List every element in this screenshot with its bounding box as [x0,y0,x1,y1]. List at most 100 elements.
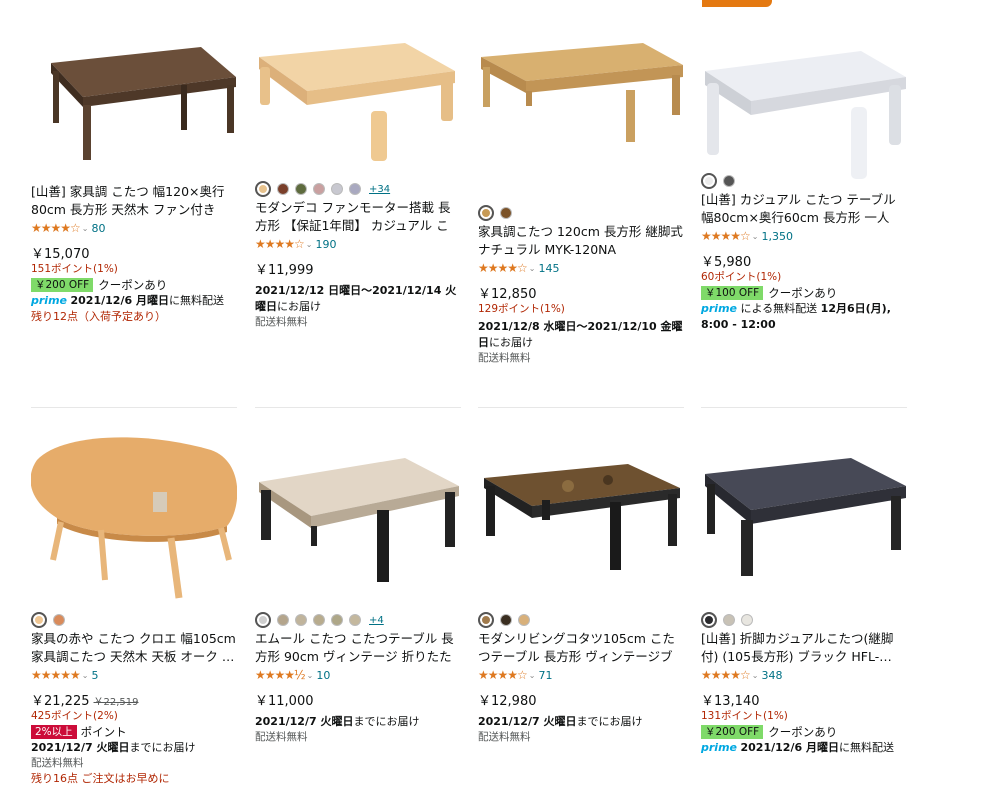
coupon-text: クーポンあり [98,277,168,292]
star-rating-icon: ★★★★☆ [701,668,751,682]
divider [478,407,684,408]
swatch-green[interactable] [295,183,307,195]
stock-status: 残り16点 ご注文はお早めに [31,772,170,785]
delivery: 2021/12/7 火曜日までにお届け [31,740,237,756]
divider [701,407,907,408]
price: ￥21,225 ￥22,519 [31,690,237,709]
swatch-natural[interactable] [255,181,271,197]
product-image[interactable] [701,430,907,618]
star-rating-icon: ★★★★☆ [255,237,305,251]
product-title[interactable]: エムール こたつ こたつテーブル 長方形 90cm ヴィンテージ 折りたたみ … [255,630,461,666]
product-card-3[interactable]: 家具調こたつ 120cm 長方形 継脚式 ナチュラル MYK-120NA ★★★… [478,25,684,366]
rating[interactable]: ★★★★☆ ⌄ 1,350 [701,227,907,245]
divider [255,407,461,408]
rating-count[interactable]: 348 [762,669,783,682]
prime-icon: prime [701,741,737,754]
product-image[interactable] [31,430,237,618]
prime-icon: prime [701,302,737,315]
product-card-1[interactable]: [山善] 家具調 こたつ 幅120×奥行80cm 長方形 天然木 ファン付きヒ…… [31,25,237,325]
chevron-down-icon: ⌄ [81,223,89,233]
delivery: prime による無料配送 12月6日(月), 8:00 - 12:00 [701,301,907,333]
rating-count[interactable]: 190 [316,238,337,251]
swatch-lavender[interactable] [349,183,361,195]
price: ￥12,850 [478,287,537,302]
red-badge: 2%以上 [31,724,77,739]
product-image[interactable] [701,25,907,179]
product-title[interactable]: [山善] カジュアル こたつ テーブル 幅80cm×奥行60cm 長方形 一人暮… [701,191,907,227]
rating[interactable]: ★★★★☆ ⌄ 145 [478,259,684,277]
more-colors-link[interactable]: +34 [369,184,390,195]
delivery: prime 2021/12/6 月曜日に無料配送 [701,740,907,756]
product-card-2[interactable]: +34 モダンデコ ファンモーター搭載 長方形 【保証1年間】 カジュアル こた… [255,25,461,330]
rating-count[interactable]: 1,350 [762,230,794,243]
delivery-suffix: にお届け [277,300,321,313]
shipping: 配送料無料 [478,352,531,364]
swatch-brown[interactable] [277,183,289,195]
delivery: 2021/12/7 火曜日までにお届け [478,714,684,730]
swatch-brown[interactable] [500,207,512,219]
coupon-badge[interactable]: ￥200 OFF [701,724,764,739]
product-title[interactable]: [山善] 家具調 こたつ 幅120×奥行80cm 長方形 天然木 ファン付きヒ… [31,183,237,219]
price: ￥11,999 [255,263,314,278]
swatch-gray[interactable] [331,183,343,195]
product-image[interactable] [478,430,684,618]
color-swatches[interactable]: +34 [255,181,461,197]
rating[interactable]: ★★★★☆ ⌄ 190 [255,235,461,253]
rating-count[interactable]: 71 [539,669,553,682]
product-card-8[interactable]: [山善] 折脚カジュアルこたつ(継脚付) (105長方形) ブラック HFL-…… [701,430,907,756]
shipping: 配送料無料 [31,757,84,769]
rating-count[interactable]: 80 [92,222,106,235]
rating-count[interactable]: 10 [316,669,330,682]
product-image[interactable] [255,430,461,618]
product-title[interactable]: [山善] 折脚カジュアルこたつ(継脚付) (105長方形) ブラック HFL-… [701,630,907,666]
delivery-suffix: までにお届け [576,715,643,728]
price: ￥12,980 [478,694,537,709]
rating-count[interactable]: 145 [539,262,560,275]
rating[interactable]: ★★★★☆ ⌄ 80 [31,219,237,237]
swatch-pink[interactable] [313,183,325,195]
rating[interactable]: ★★★★☆ ⌄ 348 [701,666,907,684]
product-title[interactable]: モダンリビングコタツ105cm こたつテーブル 長方形 ヴィンテージブラ… [478,630,684,666]
swatch-natural[interactable] [478,205,494,221]
product-image[interactable] [478,25,684,175]
points: 425ポイント(2%) [31,710,118,722]
chevron-down-icon: ⌄ [306,670,314,680]
price: ￥15,070 [31,247,90,262]
color-swatches[interactable] [478,205,684,221]
coupon-badge[interactable]: ￥200 OFF [31,277,94,292]
points: 131ポイント(1%) [701,710,788,722]
rating[interactable]: ★★★★½ ⌄ 10 [255,666,461,684]
coupon[interactable]: ￥200 OFF クーポンあり [701,723,907,740]
product-title[interactable]: 家具の赤や こたつ クロエ 幅105cm 家具調こたつ 天然木 天板 オーク … [31,630,237,666]
red-badge-text: ポイント [80,724,127,739]
price: ￥11,000 [255,694,314,709]
delivery-suffix: までにお届け [353,715,420,728]
coupon[interactable]: ￥200 OFF クーポンあり [31,276,237,293]
product-title[interactable]: 家具調こたつ 120cm 長方形 継脚式 ナチュラル MYK-120NA [478,223,684,259]
product-card-5[interactable]: 家具の赤や こたつ クロエ 幅105cm 家具調こたつ 天然木 天板 オーク …… [31,430,237,787]
product-card-4[interactable]: [山善] カジュアル こたつ テーブル 幅80cm×奥行60cm 長方形 一人暮… [701,25,907,333]
product-image[interactable] [255,25,461,175]
prime-icon: prime [31,294,67,307]
product-title[interactable]: モダンデコ ファンモーター搭載 長方形 【保証1年間】 カジュアル こた… [255,199,461,235]
product-image[interactable] [31,25,237,175]
product-card-6[interactable]: +4 エムール こたつ こたつテーブル 長方形 90cm ヴィンテージ 折りたた… [255,430,461,745]
strike-price: ￥22,519 [93,697,139,708]
delivery-date: 2021/12/6 月曜日 [740,741,839,754]
star-rating-icon: ★★★★☆ [478,261,528,275]
price-value: ￥21,225 [31,694,90,709]
shipping: 配送料無料 [478,731,531,743]
product-card-7[interactable]: モダンリビングコタツ105cm こたつテーブル 長方形 ヴィンテージブラ… ★★… [478,430,684,745]
points-badge: 2%以上 ポイント [31,723,237,740]
prime-text: による無料配送 [740,302,818,315]
chevron-down-icon: ⌄ [81,670,89,680]
shipping: 配送料無料 [255,316,308,328]
rating[interactable]: ★★★★★ ⌄ 5 [31,666,237,684]
star-rating-icon: ★★★★☆ [478,668,528,682]
points: 151ポイント(1%) [31,263,118,275]
rating[interactable]: ★★★★☆ ⌄ 71 [478,666,684,684]
coupon-badge[interactable]: ￥100 OFF [701,285,764,300]
rating-count[interactable]: 5 [92,669,99,682]
points: 129ポイント(1%) [478,303,565,315]
coupon[interactable]: ￥100 OFF クーポンあり [701,284,907,301]
